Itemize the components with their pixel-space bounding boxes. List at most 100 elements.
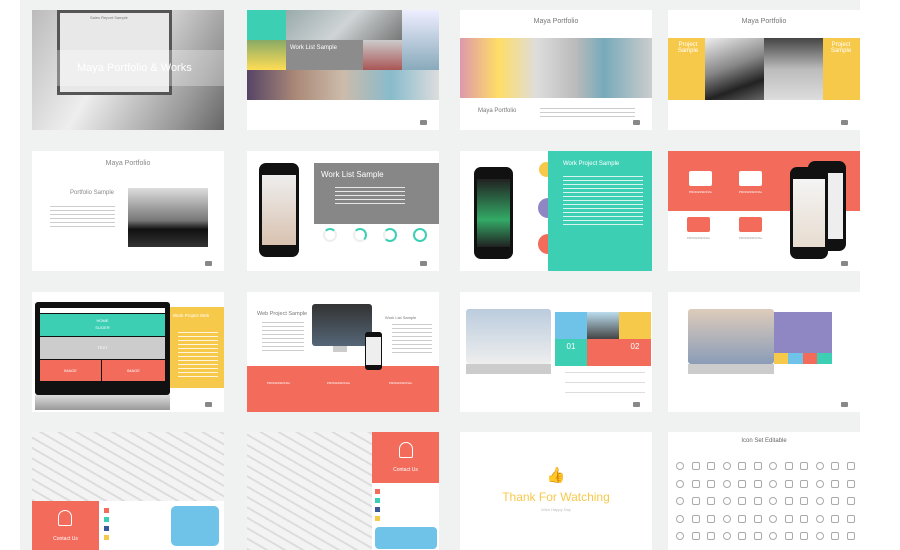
slide-thumbnail-airport[interactable]: 01 02 [460, 292, 652, 412]
clock-icon [815, 514, 824, 523]
imac [466, 309, 551, 364]
key-icon [707, 479, 715, 488]
megaphone-icon [846, 479, 855, 488]
panel-label: Project Sample [677, 42, 699, 54]
slide-subtitle: Wish Happy Day [541, 507, 571, 512]
pencil-icon [738, 497, 746, 505]
screen-title: Sales Report Sample [90, 15, 128, 20]
document-icon [769, 462, 777, 470]
link-icon [555, 312, 587, 339]
broadcast-icon [831, 532, 839, 540]
slide-thumbnail-work-list[interactable]: Work List Sample [247, 10, 439, 130]
slide-title: Work List Sample [290, 45, 337, 51]
slide-thumbnail-contact-side[interactable]: Contact Us [247, 432, 439, 550]
feature-label: PROFESSIONAL [327, 381, 351, 385]
slide-thumbnail-professional[interactable]: PROFESSIONAL PROFESSIONAL PROFESSIONAL P… [668, 151, 860, 271]
slide-title: Maya Portfolio [105, 160, 151, 167]
text-label: TEXT [97, 345, 108, 350]
pen-icon [846, 497, 855, 505]
workspace-photos [460, 38, 652, 98]
cloud-icon [676, 462, 684, 470]
slide-thumbnail-team[interactable] [668, 292, 860, 412]
thumb-up-icon: 👍 [546, 467, 566, 484]
person-icon [707, 532, 715, 540]
side-title: Work List Sample [385, 315, 417, 320]
lock-icon [707, 497, 715, 505]
pin2-icon [691, 532, 700, 540]
wifi-icon [815, 532, 824, 540]
pin-icon [676, 514, 684, 523]
slide-thumbnail-web-project[interactable]: Web Project Sample Work List Sample PROF… [247, 292, 439, 412]
eye-icon [689, 171, 712, 186]
contact-label: Contact Us [393, 467, 418, 473]
save-icon [831, 462, 839, 470]
panel-label: Project Sample [830, 42, 852, 54]
print-icon [769, 514, 777, 523]
chat2-icon [769, 532, 777, 540]
contact-label: Contact Us [53, 536, 78, 542]
bulb-icon [722, 497, 731, 505]
tag-icon [800, 479, 808, 488]
monitor-icon [707, 462, 715, 470]
feature-label: PROFESSIONAL [267, 381, 291, 385]
shirt-icon [815, 497, 824, 505]
slide-title: Work Project Sample [563, 161, 620, 167]
image-label: IMAGE [64, 368, 77, 373]
slide-title: Maya Portfolio & Works [77, 62, 192, 74]
phone-icon [753, 514, 762, 523]
watch-icon [846, 462, 855, 470]
slide-subtitle: Portfolio Sample [70, 190, 115, 196]
coffee-icon [800, 497, 808, 505]
slide-title: Thank For Watching [502, 490, 610, 504]
slide-thumbnail-contact-map[interactable]: Contact Us [32, 432, 224, 550]
slide-thumbnail-portfolio-sample[interactable]: Maya Portfolio Portfolio Sample [32, 151, 224, 271]
slide-thumbnail-work-project[interactable]: Work Project Sample [460, 151, 652, 271]
slide-thumbnail-work-list-phone[interactable]: Work List Sample [247, 151, 439, 271]
cup-icon [738, 514, 746, 523]
slider-label: SLIDER [95, 325, 110, 330]
database-icon [815, 479, 824, 488]
feature-label: PROFESSIONAL [689, 190, 713, 194]
footer-title: Maya Portfolio [478, 108, 517, 114]
slide-thumbnail-project[interactable]: Maya Portfolio Project Sample Project Sa… [668, 10, 860, 130]
feature-label: PROFESSIONAL [739, 190, 763, 194]
slide-thumbnail-thanks[interactable]: 👍 Thank For Watching Wish Happy Day [460, 432, 652, 550]
speech-icon [707, 514, 715, 523]
feature-label: PROFESSIONAL [687, 236, 711, 240]
plane-icon [753, 532, 762, 540]
tablet-icon [676, 497, 684, 505]
card-icon [784, 462, 793, 470]
user-icon [399, 442, 413, 458]
slide-thumbnail-icon-set[interactable]: Icon Set Editable [668, 432, 860, 550]
check-icon [784, 532, 793, 540]
globe-icon [846, 514, 855, 523]
brush-icon [784, 497, 793, 505]
chart-icon [676, 532, 684, 540]
slide-thumbnail-web[interactable]: HOME SLIDER TEXT IMAGE IMAGE Work Projec… [32, 292, 224, 412]
music-icon [831, 479, 839, 488]
trash-icon [676, 479, 684, 488]
feature-label: PROFESSIONAL [389, 381, 413, 385]
slide-thumbnail-portfolio[interactable]: Maya Portfolio Maya Portfolio [460, 10, 652, 130]
home-label: HOME [96, 318, 109, 323]
user-icon [58, 510, 72, 526]
slide-title: Maya Portfolio [741, 18, 787, 25]
eye-icon [691, 514, 700, 523]
window-icon [800, 514, 808, 523]
map-icon [738, 532, 746, 540]
monitor-icon [774, 312, 832, 353]
calendar-icon [619, 312, 651, 339]
cursor-icon [831, 497, 839, 505]
imac [688, 309, 774, 364]
heart-icon [691, 462, 700, 470]
chat-icon [769, 497, 777, 505]
slide-title: Web Project Sample [257, 311, 308, 317]
slide-thumbnail-title[interactable]: Sales Report Sample Maya Portfolio & Wor… [32, 10, 224, 130]
calendar-icon [784, 514, 793, 523]
thumb-up-icon [800, 462, 808, 470]
mail-icon [722, 514, 731, 523]
location-pin-card [171, 506, 219, 546]
feature-label: PROFESSIONAL [739, 236, 763, 240]
slide-title: Work Project Web [173, 313, 210, 318]
coral-band [247, 366, 439, 412]
